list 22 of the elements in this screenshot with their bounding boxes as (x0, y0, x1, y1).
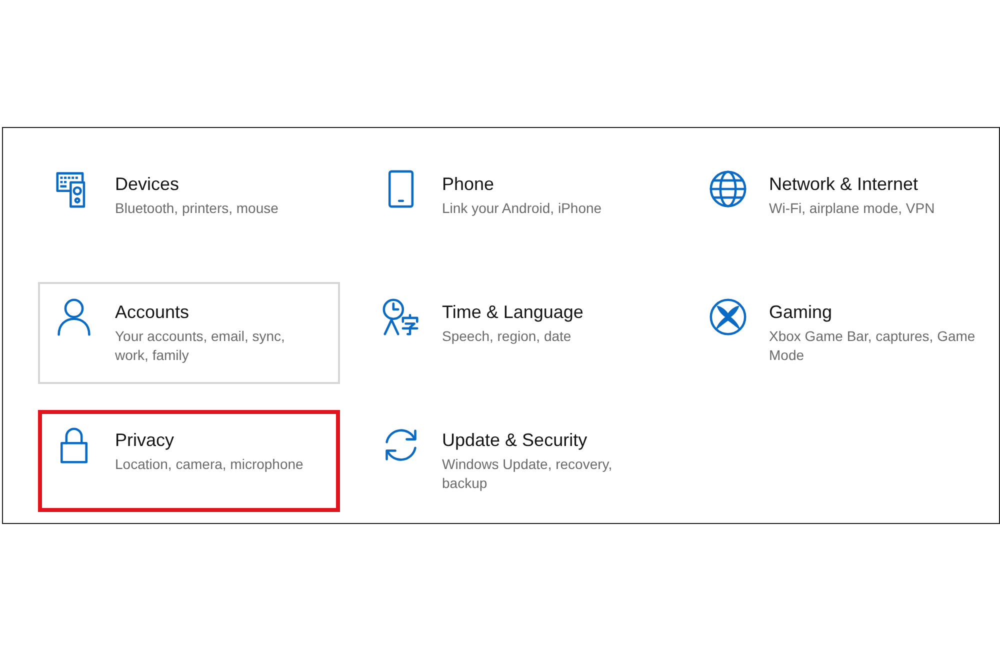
tile-description: Location, camera, microphone (115, 455, 304, 474)
tile-title: Phone (442, 173, 496, 196)
tile-description: Windows Update, recovery, backup (442, 455, 612, 493)
settings-tile[interactable]: Accounts Your accounts, email, sync, work, family (38, 282, 340, 384)
settings-tile[interactable]: Privacy Location, camera, microphone (38, 410, 340, 512)
globe-icon (709, 170, 747, 208)
tile-title: Update & Security (442, 429, 588, 452)
tile-description: Xbox Game Bar, captures, Game Mode (769, 327, 976, 365)
tile-description: Bluetooth, printers, mouse (115, 199, 278, 218)
tile-title: Accounts (115, 301, 190, 324)
clock-language-icon (382, 298, 420, 336)
person-icon (55, 298, 93, 336)
tile-description: Link your Android, iPhone (442, 199, 602, 218)
tile-title: Devices (115, 173, 180, 196)
tile-description: Speech, region, date (442, 327, 572, 346)
ball-x-icon (709, 298, 747, 336)
tile-description: Your accounts, email, sync, work, family (115, 327, 285, 365)
tile-title: Privacy (115, 429, 176, 452)
tile-title: Gaming (769, 301, 834, 324)
tile-description: Wi-Fi, airplane mode, VPN (769, 199, 935, 218)
tile-title: Time & Language (442, 301, 584, 324)
tile-title: Network & Internet (769, 173, 920, 196)
